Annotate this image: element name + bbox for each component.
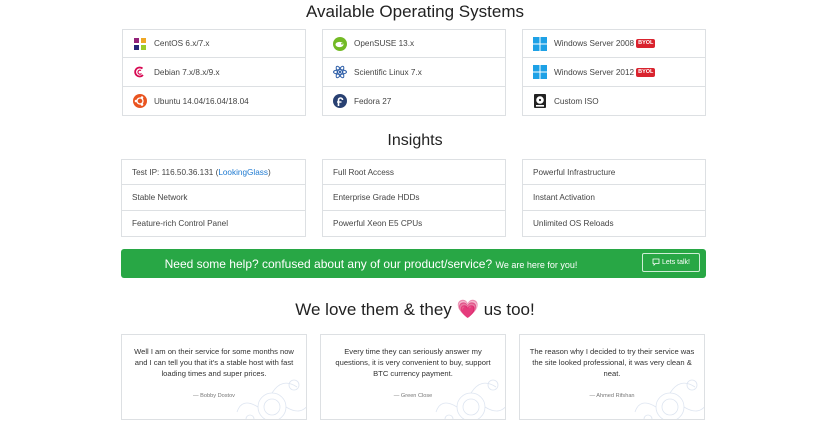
- iso-icon: [533, 94, 547, 108]
- lookingglass-link[interactable]: LookingGlass: [218, 168, 268, 177]
- insights-section-title: Insights: [387, 132, 443, 149]
- testimonials-section-title: We love them & they 💗 us too!: [295, 299, 535, 319]
- insight-item: Full Root Access: [322, 159, 506, 185]
- insight-test-ip: Test IP: 116.50.36.131 (LookingGlass): [121, 159, 306, 185]
- os-item-windows-2012: Windows Server 2012 BYOL: [522, 58, 706, 87]
- lets-talk-button[interactable]: Lets talk!: [642, 253, 700, 272]
- centos-icon: [133, 36, 147, 51]
- byol-badge: BYOL: [636, 67, 656, 77]
- os-item-debian: Debian 7.x/8.x/9.x: [122, 58, 306, 87]
- help-banner: Need some help? confused about any of ou…: [121, 249, 706, 278]
- insight-item: Instant Activation: [522, 185, 706, 211]
- testimonial-author: — Green Close: [393, 393, 433, 399]
- windows-icon: [533, 65, 547, 79]
- os-item-scientific-linux: Scientific Linux 7.x: [322, 58, 506, 87]
- testimonial-quote: The reason why I decided to try their se…: [529, 347, 695, 378]
- os-item-custom-iso: Custom ISO: [522, 87, 706, 116]
- testimonial-card: The reason why I decided to try their se…: [519, 334, 705, 420]
- insight-item: Stable Network: [121, 185, 306, 211]
- os-item-windows-2008: Windows Server 2008 BYOL: [522, 29, 706, 58]
- insight-item: Feature-rich Control Panel: [121, 211, 306, 237]
- os-item-centos: CentOS 6.x/7.x: [122, 29, 306, 58]
- windows-icon: [533, 36, 547, 51]
- scientific-linux-icon: [333, 65, 347, 79]
- ubuntu-icon: [133, 94, 147, 108]
- help-text: Need some help? confused about any of ou…: [164, 257, 578, 271]
- os-section-title: Available Operating Systems: [306, 2, 524, 21]
- testimonial-author: — Ahmed Rifshan: [589, 393, 635, 399]
- insight-item: Unlimited OS Reloads: [522, 211, 706, 237]
- testimonial-card: Every time they can seriously answer my …: [320, 334, 506, 420]
- insight-item: Enterprise Grade HDDs: [322, 185, 506, 211]
- heart-icon: 💗: [456, 299, 479, 319]
- testimonial-quote: Every time they can seriously answer my …: [335, 347, 491, 378]
- insight-item: Powerful Xeon E5 CPUs: [322, 211, 506, 237]
- byol-badge: BYOL: [636, 39, 656, 48]
- testimonial-quote: Well I am on their service for some mont…: [134, 347, 294, 378]
- os-item-opensuse: OpenSUSE 13.x: [322, 29, 506, 58]
- os-item-ubuntu: Ubuntu 14.04/16.04/18.04: [122, 87, 306, 116]
- os-item-fedora: Fedora 27: [322, 87, 506, 116]
- chat-icon: [652, 258, 662, 268]
- opensuse-icon: [333, 36, 347, 51]
- debian-icon: [133, 65, 147, 79]
- testimonial-card: Well I am on their service for some mont…: [121, 334, 307, 420]
- testimonial-author: — Bobby Dostov: [193, 393, 235, 399]
- insight-item: Powerful Infrastructure: [522, 159, 706, 185]
- fedora-icon: [333, 94, 347, 108]
